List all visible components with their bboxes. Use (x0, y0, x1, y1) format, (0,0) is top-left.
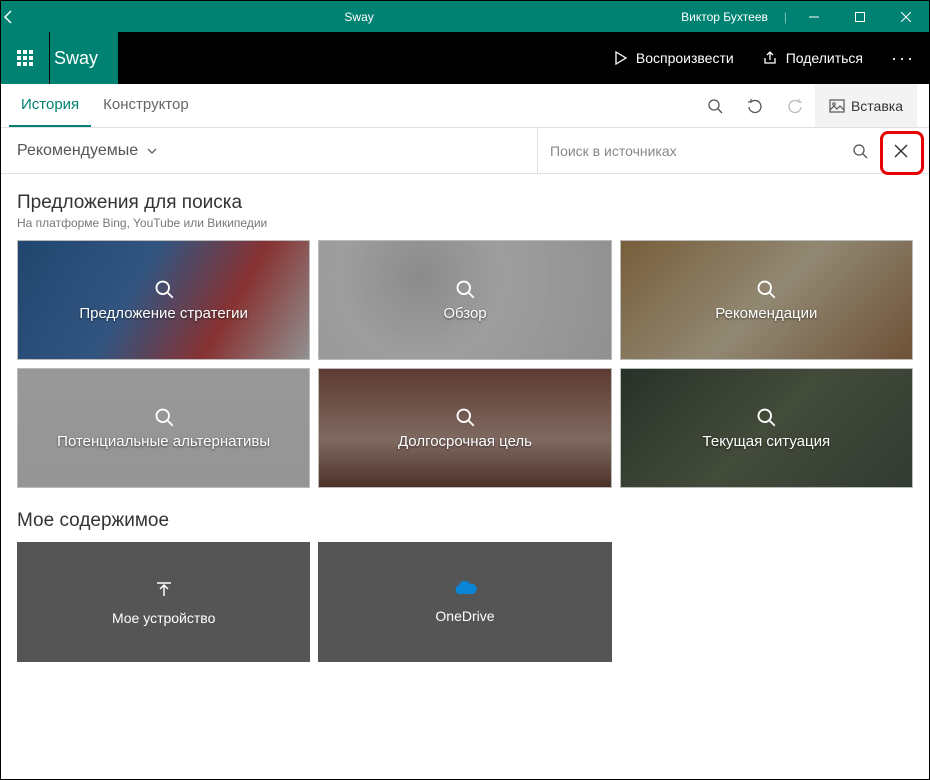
mycontent-sources: Мое устройство OneDrive (17, 542, 913, 662)
source-label: Мое устройство (112, 610, 215, 626)
user-name[interactable]: Виктор Бухтеев (669, 10, 780, 24)
tile-label: Предложение стратегии (73, 305, 254, 322)
window-close-button[interactable] (883, 1, 929, 32)
undo-button[interactable] (735, 84, 775, 127)
tile-label: Потенциальные альтернативы (51, 433, 276, 450)
suggestion-tile[interactable]: Рекомендации (620, 240, 913, 360)
tab-story[interactable]: История (9, 84, 91, 127)
window-minimize-button[interactable] (791, 1, 837, 32)
suggestion-tile[interactable]: Долгосрочная цель (318, 368, 611, 488)
tile-label: Текущая ситуация (697, 433, 837, 450)
more-button[interactable]: ··· (877, 48, 929, 69)
upload-icon (153, 578, 175, 600)
source-my-device[interactable]: Мое устройство (17, 542, 310, 662)
search-sources (537, 128, 877, 174)
close-icon (893, 143, 909, 159)
insert-button[interactable]: Вставка (815, 84, 917, 127)
title-bar: Sway Виктор Бухтеев | (1, 1, 929, 32)
search-icon (154, 279, 174, 299)
app-title: Sway (49, 10, 669, 24)
source-label: OneDrive (435, 608, 494, 624)
undo-icon (747, 98, 763, 114)
app-launcher-button[interactable] (1, 32, 49, 84)
source-filter-dropdown[interactable]: Рекомендуемые (17, 142, 158, 160)
search-icon (707, 98, 723, 114)
tabs-bar: История Конструктор Вставка (1, 84, 929, 128)
image-icon (829, 98, 845, 114)
redo-icon (787, 98, 803, 114)
close-pane-button[interactable] (879, 129, 923, 173)
source-onedrive[interactable]: OneDrive (318, 542, 611, 662)
chevron-down-icon (146, 145, 158, 157)
search-tool-button[interactable] (695, 84, 735, 127)
search-icon (756, 279, 776, 299)
suggestion-tile[interactable]: Потенциальные альтернативы (17, 368, 310, 488)
tab-story-label: История (21, 96, 79, 113)
mycontent-title: Мое содержимое (17, 510, 913, 532)
redo-button (775, 84, 815, 127)
back-button[interactable] (1, 9, 49, 25)
tile-label: Рекомендации (709, 305, 823, 322)
insert-label: Вставка (851, 98, 903, 114)
search-submit-button[interactable] (843, 143, 877, 159)
suggestions-title: Предложения для поиска (17, 192, 913, 214)
suggestion-tile[interactable]: Текущая ситуация (620, 368, 913, 488)
search-icon (756, 407, 776, 427)
tab-design-label: Конструктор (103, 96, 189, 113)
waffle-icon (17, 50, 33, 66)
brand-label[interactable]: Sway (50, 32, 118, 84)
filter-row: Рекомендуемые (1, 128, 929, 174)
play-button[interactable]: Воспроизвести (600, 32, 748, 84)
app-bar: Sway Воспроизвести Поделиться ··· (1, 32, 929, 84)
share-icon (762, 50, 778, 66)
suggestion-tiles: Предложение стратегии Обзор Рекомендации… (17, 240, 913, 488)
play-icon (614, 51, 628, 65)
filter-selected-label: Рекомендуемые (17, 142, 138, 160)
share-label: Поделиться (786, 50, 863, 66)
tile-label: Обзор (437, 305, 492, 322)
search-icon (852, 143, 868, 159)
content-area: Предложения для поиска На платформе Bing… (1, 174, 929, 779)
search-icon (154, 407, 174, 427)
tab-design[interactable]: Конструктор (91, 84, 201, 127)
share-button[interactable]: Поделиться (748, 32, 877, 84)
suggestion-tile[interactable]: Обзор (318, 240, 611, 360)
suggestion-tile[interactable]: Предложение стратегии (17, 240, 310, 360)
window-maximize-button[interactable] (837, 1, 883, 32)
search-icon (455, 407, 475, 427)
onedrive-icon (452, 580, 478, 598)
search-icon (455, 279, 475, 299)
suggestions-subtitle: На платформе Bing, YouTube или Википедии (17, 216, 913, 230)
title-divider: | (780, 10, 791, 24)
tile-label: Долгосрочная цель (392, 433, 538, 450)
ellipsis-icon: ··· (891, 48, 915, 68)
search-input[interactable] (550, 143, 843, 159)
play-label: Воспроизвести (636, 50, 734, 66)
